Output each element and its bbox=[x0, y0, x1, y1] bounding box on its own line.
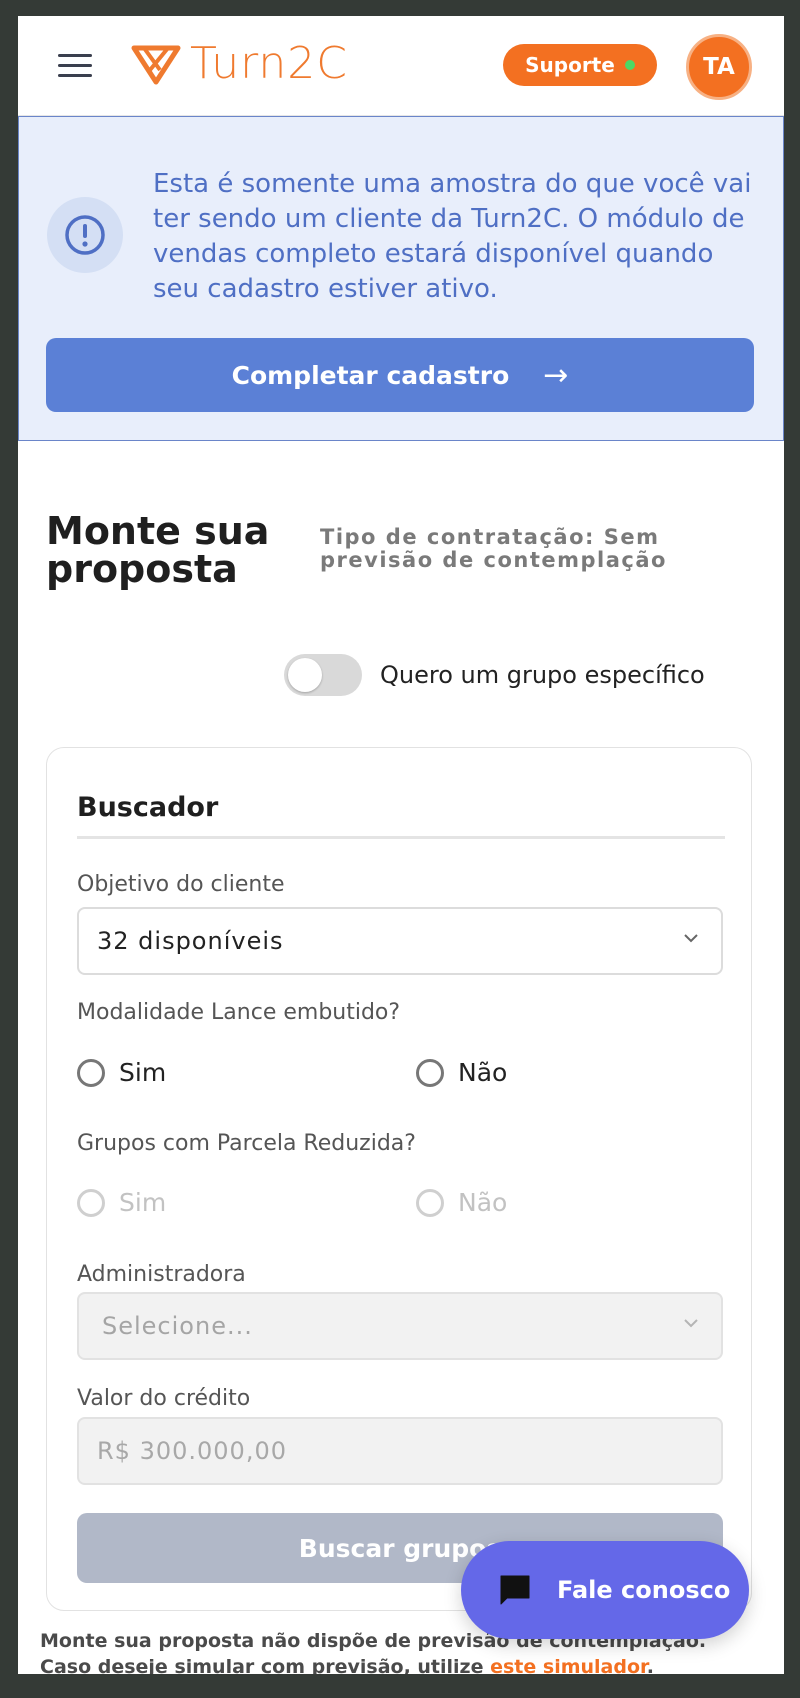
specific-group-toggle[interactable] bbox=[284, 654, 362, 696]
top-header: Turn2C Suporte TA bbox=[18, 16, 784, 116]
radio-circle-icon bbox=[77, 1188, 105, 1217]
toggle-knob bbox=[288, 658, 322, 692]
embedded-bid-no-label: Não bbox=[458, 1058, 508, 1087]
app-screen: Turn2C Suporte TA Esta é somente uma amo… bbox=[18, 16, 784, 1674]
arrow-right-icon: → bbox=[543, 357, 569, 393]
embedded-bid-no-option[interactable]: Não bbox=[416, 1058, 507, 1087]
credit-value-input[interactable]: R$ 300.000,00 bbox=[77, 1417, 723, 1485]
reduced-yes-option[interactable]: Sim bbox=[77, 1188, 166, 1217]
finder-title: Buscador bbox=[77, 792, 219, 823]
reduced-installment-label: Grupos com Parcela Reduzida? bbox=[77, 1131, 416, 1156]
logo-text: Turn2C bbox=[190, 37, 349, 89]
complete-registration-button[interactable]: Completar cadastro → bbox=[46, 338, 754, 412]
embedded-bid-yes-option[interactable]: Sim bbox=[77, 1058, 166, 1087]
objective-select[interactable]: 32 disponíveis bbox=[77, 907, 723, 975]
reduced-installment-radio-group: Sim Não bbox=[77, 1188, 723, 1228]
user-avatar[interactable]: TA bbox=[686, 34, 752, 100]
complete-registration-label: Completar cadastro bbox=[231, 360, 510, 390]
support-label: Suporte bbox=[525, 53, 615, 77]
reduced-yes-label: Sim bbox=[119, 1188, 167, 1217]
radio-circle-icon bbox=[416, 1058, 444, 1087]
menu-icon[interactable] bbox=[58, 50, 92, 78]
sample-notice-banner: Esta é somente uma amostra do que você v… bbox=[18, 116, 784, 441]
specific-group-toggle-label: Quero um grupo específico bbox=[380, 661, 705, 689]
administrator-label: Administradora bbox=[77, 1262, 246, 1287]
objective-value: 32 disponíveis bbox=[97, 927, 284, 955]
reduced-no-label: Não bbox=[458, 1188, 508, 1217]
simulator-link[interactable]: este simulador bbox=[490, 1656, 647, 1674]
administrator-select[interactable]: Selecione... bbox=[77, 1292, 723, 1360]
finder-card: Buscador Objetivo do cliente 32 disponív… bbox=[46, 747, 752, 1611]
reduced-no-option[interactable]: Não bbox=[416, 1188, 507, 1217]
banner-message: Esta é somente uma amostra do que você v… bbox=[153, 169, 752, 304]
objective-label: Objetivo do cliente bbox=[77, 872, 285, 897]
embedded-bid-radio-group: Sim Não bbox=[77, 1058, 723, 1098]
embedded-bid-label: Modalidade Lance embutido? bbox=[77, 1000, 401, 1025]
radio-circle-icon bbox=[416, 1188, 444, 1217]
online-status-icon bbox=[624, 60, 635, 70]
contract-type-subtitle: Tipo de contratação: Sem previsão de con… bbox=[320, 525, 667, 572]
support-button[interactable]: Suporte bbox=[503, 44, 657, 86]
administrator-placeholder: Selecione... bbox=[102, 1312, 253, 1340]
chat-bubble-icon bbox=[500, 1575, 530, 1605]
finder-divider bbox=[77, 836, 725, 839]
footer-note-end: . bbox=[646, 1656, 654, 1674]
info-icon bbox=[47, 197, 123, 273]
brand-logo[interactable]: Turn2C bbox=[130, 37, 349, 89]
credit-value-label: Valor do crédito bbox=[77, 1386, 251, 1411]
chevron-down-icon bbox=[684, 1319, 698, 1328]
page-title: Monte sua proposta bbox=[46, 509, 270, 591]
radio-circle-icon bbox=[77, 1058, 105, 1087]
chevron-down-icon bbox=[684, 934, 698, 943]
contact-chat-button[interactable]: Fale conosco bbox=[461, 1541, 749, 1639]
credit-value-placeholder: R$ 300.000,00 bbox=[97, 1437, 287, 1465]
contact-chat-label: Fale conosco bbox=[557, 1576, 731, 1604]
logo-mark-icon bbox=[131, 45, 181, 85]
embedded-bid-yes-label: Sim bbox=[119, 1058, 167, 1087]
specific-group-toggle-row: Quero um grupo específico bbox=[284, 654, 705, 696]
